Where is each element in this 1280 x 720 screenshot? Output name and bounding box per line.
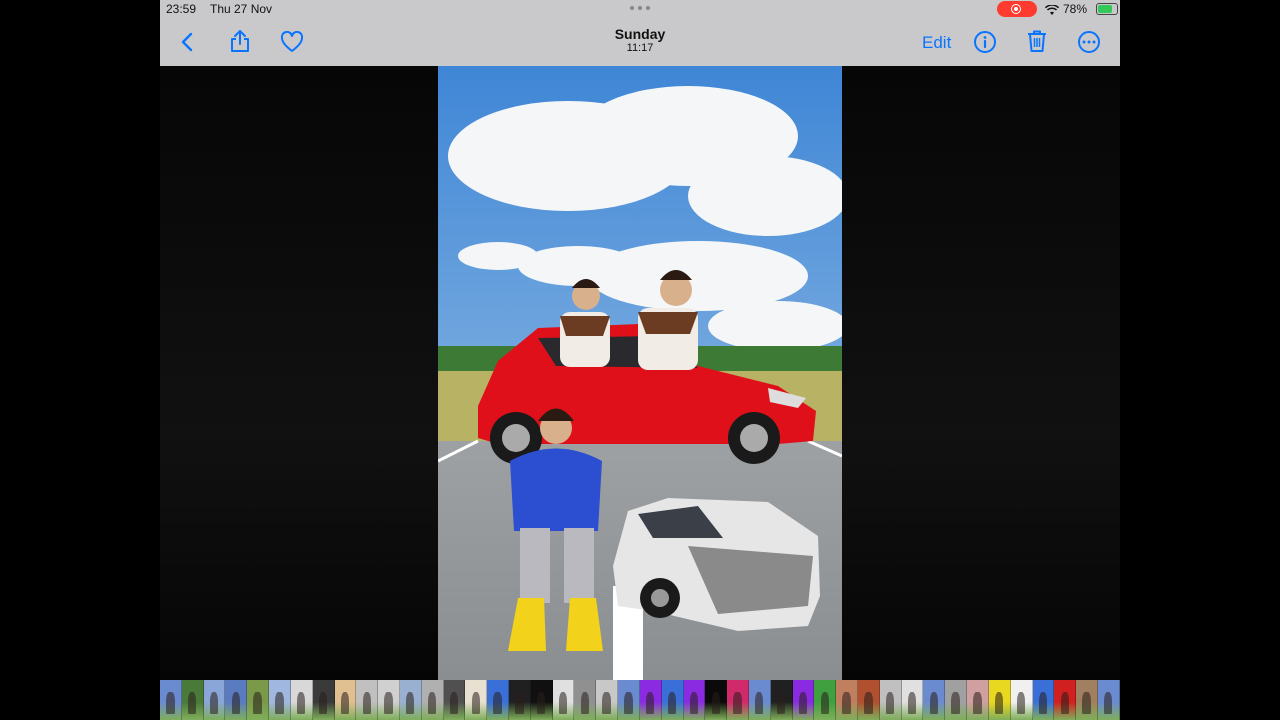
more-button[interactable]: [1077, 30, 1101, 54]
filmstrip-thumbnail[interactable]: [487, 680, 509, 720]
filmstrip-thumbnail[interactable]: [574, 680, 597, 720]
delete-button[interactable]: [1026, 29, 1048, 53]
status-date: Thu 27 Nov: [210, 2, 273, 16]
filmstrip-thumbnail[interactable]: [639, 680, 662, 720]
filmstrip-thumbnail[interactable]: [378, 680, 400, 720]
ellipsis-icon: [1078, 31, 1100, 53]
filmstrip-thumbnail[interactable]: [421, 680, 444, 720]
filmstrip-thumbnail[interactable]: [727, 680, 749, 720]
filmstrip-thumbnail[interactable]: [705, 680, 728, 720]
filmstrip-thumbnail[interactable]: [181, 680, 204, 720]
filmstrip-thumbnail[interactable]: [661, 680, 684, 720]
photo-date-title: Sunday 11:17: [540, 26, 740, 55]
filmstrip-thumbnail[interactable]: [269, 680, 291, 720]
filmstrip-thumbnail[interactable]: [443, 680, 466, 720]
info-button[interactable]: [973, 30, 997, 54]
filmstrip-thumbnail[interactable]: [1097, 680, 1120, 720]
photo-time-label: 11:17: [626, 42, 654, 54]
favorite-button[interactable]: [280, 31, 304, 53]
edit-button[interactable]: Edit: [922, 33, 951, 53]
filmstrip-thumbnail[interactable]: [879, 680, 902, 720]
filmstrip-thumbnail[interactable]: [399, 680, 422, 720]
filmstrip-thumbnail[interactable]: [683, 680, 706, 720]
filmstrip-thumbnail[interactable]: [814, 680, 837, 720]
filmstrip-thumbnail[interactable]: [770, 680, 793, 720]
filmstrip-thumbnail[interactable]: [748, 680, 771, 720]
filmstrip-thumbnail[interactable]: [160, 680, 182, 720]
filmstrip-thumbnail[interactable]: [596, 680, 619, 720]
filmstrip-thumbnail[interactable]: [356, 680, 379, 720]
wifi-icon: [1044, 3, 1060, 21]
photos-app-screen: 23:59 Thu 27 Nov 78% Sunday 11:17 Edit: [160, 0, 1120, 720]
filmstrip-thumbnail[interactable]: [792, 680, 815, 720]
filmstrip-thumbnail[interactable]: [988, 680, 1011, 720]
photo-day-label: Sunday: [614, 26, 666, 42]
filmstrip-thumbnail[interactable]: [945, 680, 968, 720]
filmstrip-thumbnail[interactable]: [1010, 680, 1033, 720]
filmstrip-thumbnail[interactable]: [1054, 680, 1077, 720]
filmstrip-thumbnail[interactable]: [334, 680, 357, 720]
filmstrip-thumbnail[interactable]: [552, 680, 575, 720]
filmstrip-thumbnail[interactable]: [290, 680, 313, 720]
trash-icon: [1028, 30, 1046, 52]
share-icon: [231, 30, 249, 52]
edited-meme-photo: [438, 66, 842, 680]
filmstrip-thumbnail[interactable]: [530, 680, 553, 720]
filmstrip-thumbnail[interactable]: [901, 680, 924, 720]
battery-percent: 78%: [1063, 2, 1088, 16]
back-button[interactable]: [180, 32, 194, 52]
heart-icon: [280, 31, 304, 52]
filmstrip-thumbnail[interactable]: [858, 680, 880, 720]
filmstrip-thumbnail[interactable]: [509, 680, 531, 720]
multitasking-handle[interactable]: [630, 6, 650, 10]
info-icon: [974, 31, 996, 53]
photo-filmstrip[interactable]: [160, 680, 1120, 720]
battery-icon: [1096, 3, 1118, 15]
filmstrip-thumbnail[interactable]: [923, 680, 946, 720]
photo-letterbox-left: [160, 66, 438, 680]
photo-letterbox-right: [842, 66, 1120, 680]
photo-viewer[interactable]: [438, 66, 842, 680]
screen-record-icon[interactable]: [997, 1, 1037, 17]
filmstrip-thumbnail[interactable]: [967, 680, 989, 720]
filmstrip-thumbnail[interactable]: [1032, 680, 1055, 720]
filmstrip-thumbnail[interactable]: [618, 680, 640, 720]
filmstrip-thumbnail[interactable]: [247, 680, 270, 720]
filmstrip-thumbnail[interactable]: [1076, 680, 1098, 720]
filmstrip-thumbnail[interactable]: [312, 680, 335, 720]
filmstrip-thumbnail[interactable]: [465, 680, 488, 720]
chevron-left-icon: [181, 32, 193, 52]
navigation-bar: 23:59 Thu 27 Nov 78% Sunday 11:17 Edit: [160, 0, 1120, 66]
status-time: 23:59: [166, 2, 197, 16]
filmstrip-thumbnail[interactable]: [225, 680, 248, 720]
filmstrip-thumbnail[interactable]: [836, 680, 858, 720]
filmstrip-thumbnail[interactable]: [203, 680, 226, 720]
share-button[interactable]: [229, 29, 251, 53]
